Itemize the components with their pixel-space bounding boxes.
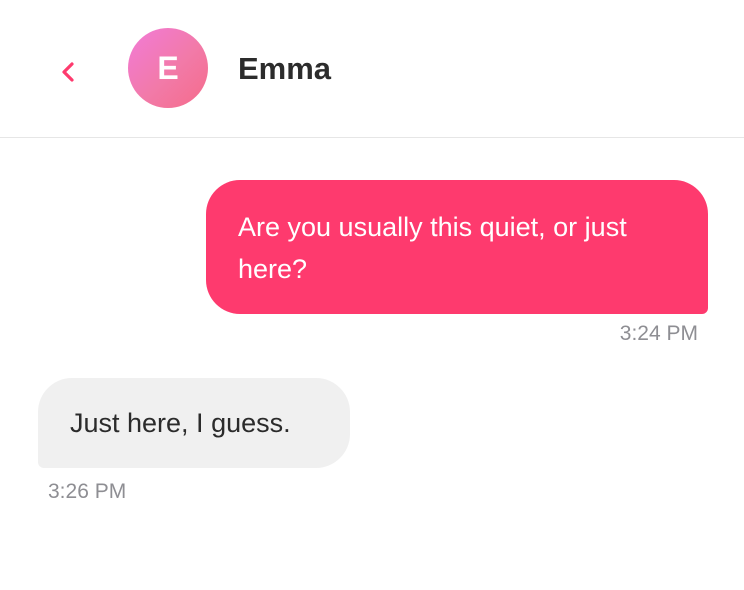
message-list: Are you usually this quiet, or just here… — [0, 139, 744, 590]
outgoing-message-bubble[interactable]: Are you usually this quiet, or just here… — [206, 180, 708, 314]
message-timestamp: 3:24 PM — [619, 322, 698, 345]
chevron-left-icon — [62, 62, 74, 82]
message-timestamp: 3:26 PM — [48, 480, 127, 503]
contact-name[interactable]: Emma — [238, 50, 331, 88]
avatar[interactable]: E — [128, 28, 208, 108]
chat-header: E Emma — [0, 0, 744, 138]
message-text: Just here, I guess. — [70, 407, 291, 438]
incoming-message-bubble[interactable]: Just here, I guess. — [38, 378, 350, 468]
avatar-initial: E — [157, 49, 179, 86]
back-button[interactable] — [52, 54, 84, 90]
